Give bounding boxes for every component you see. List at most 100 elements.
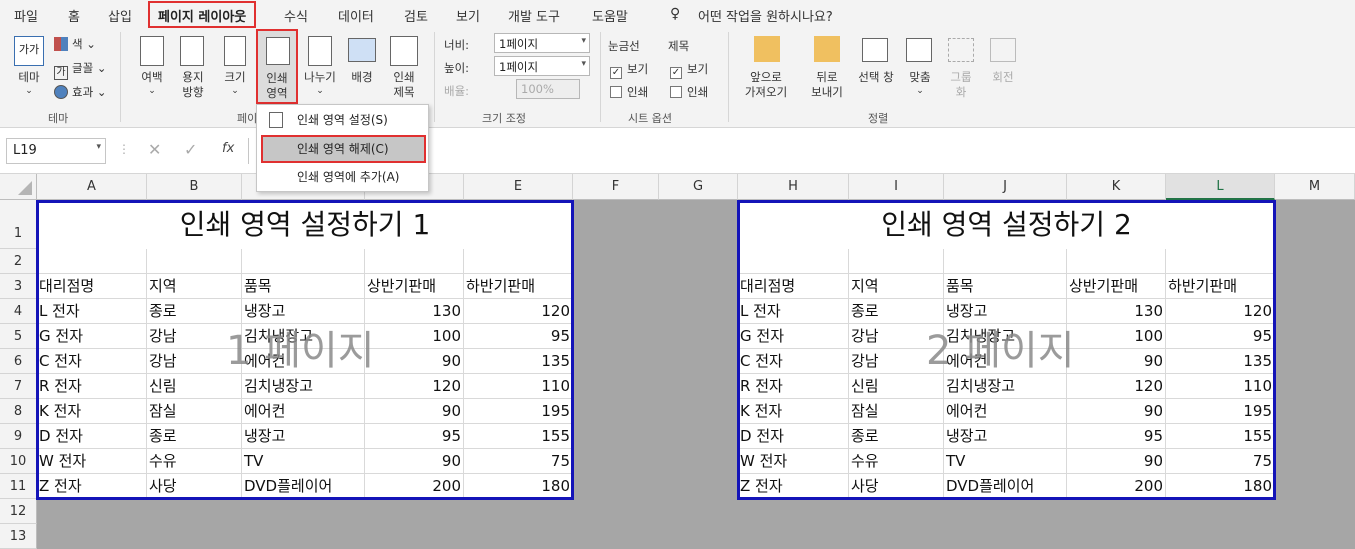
cell[interactable]: DVD플레이어 [944,474,1067,499]
cell[interactable]: W 전자 [738,449,849,474]
cell[interactable]: 195 [1166,399,1275,424]
cell[interactable]: 잠실 [147,399,242,424]
cell[interactable]: 155 [1166,424,1275,449]
cell[interactable]: 95 [1067,424,1166,449]
cell[interactable] [1166,249,1275,274]
cell[interactable] [147,249,242,274]
cell[interactable]: 130 [1067,299,1166,324]
cell[interactable]: 90 [1067,399,1166,424]
cell[interactable]: C 전자 [37,349,147,374]
cell[interactable]: D 전자 [37,424,147,449]
tab-file[interactable]: 파일 [14,6,38,25]
column-header-F[interactable]: F [573,174,659,200]
cell[interactable]: D 전자 [738,424,849,449]
cell[interactable] [738,249,849,274]
table2-title[interactable]: 인쇄 영역 설정하기 2 [738,202,1275,249]
tab-developer[interactable]: 개발 도구 [508,6,560,25]
cell[interactable]: 200 [1067,474,1166,499]
column-header-L[interactable]: L [1166,174,1275,200]
row-header-4[interactable]: 4 [0,299,37,324]
tab-help[interactable]: 도움말 [592,6,628,25]
name-box[interactable]: L19 ▾ [6,138,106,164]
print-area-button[interactable]: 인쇄 영역 [256,29,298,104]
cell[interactable]: G 전자 [37,324,147,349]
width-select[interactable]: 1페이지 ▾ [494,33,590,53]
cell[interactable]: 135 [464,349,573,374]
cell[interactable]: 120 [365,374,464,399]
cell[interactable]: 195 [464,399,573,424]
cell[interactable]: 75 [464,449,573,474]
insert-function-icon[interactable]: fx [222,141,234,156]
row-header-9[interactable]: 9 [0,424,37,449]
cancel-icon[interactable]: ✕ [148,140,161,159]
row-header-11[interactable]: 11 [0,474,37,499]
cell[interactable]: TV [242,449,365,474]
cell[interactable]: G 전자 [738,324,849,349]
row-header-10[interactable]: 10 [0,449,37,474]
menu-item-set-print-area[interactable]: 인쇄 영역 설정(S) [257,108,428,134]
cell[interactable]: 대리점명 [738,274,849,299]
row-header-6[interactable]: 6 [0,349,37,374]
cell[interactable]: 95 [1166,324,1275,349]
column-header-I[interactable]: I [849,174,944,200]
tell-me-search[interactable]: 어떤 작업을 원하시나요? [698,6,833,25]
cell[interactable]: 냉장고 [944,424,1067,449]
row-header-2[interactable]: 2 [0,249,37,274]
column-header-M[interactable]: M [1275,174,1355,200]
cell[interactable] [242,249,365,274]
cell[interactable] [37,249,147,274]
cell[interactable]: 잠실 [849,399,944,424]
menu-item-add-to-print-area[interactable]: 인쇄 영역에 추가(A) [257,165,428,191]
cell[interactable]: 신림 [849,374,944,399]
cell[interactable]: 110 [464,374,573,399]
row-header-1[interactable]: 1 [0,200,37,249]
cell[interactable]: 하반기판매 [464,274,573,299]
cell[interactable]: K 전자 [738,399,849,424]
cell[interactable]: 김치냉장고 [944,374,1067,399]
column-header-E[interactable]: E [464,174,573,200]
cell[interactable] [464,249,573,274]
headings-view-checkbox[interactable]: ✓ 보기 [670,61,708,79]
enter-icon[interactable]: ✓ [184,140,197,159]
column-header-B[interactable]: B [147,174,242,200]
tab-review[interactable]: 검토 [404,6,428,25]
cell[interactable]: R 전자 [738,374,849,399]
row-header-7[interactable]: 7 [0,374,37,399]
column-header-A[interactable]: A [37,174,147,200]
cell[interactable]: 120 [464,299,573,324]
theme-effects-button[interactable]: 효과 ⌄ [54,84,106,100]
column-header-H[interactable]: H [738,174,849,200]
column-header-J[interactable]: J [944,174,1067,200]
cell[interactable]: C 전자 [738,349,849,374]
scale-input[interactable]: 100% [516,79,580,99]
height-select[interactable]: 1페이지 ▾ [494,56,590,76]
cell[interactable]: 155 [464,424,573,449]
tab-insert[interactable]: 삽입 [108,6,132,25]
cell[interactable]: 110 [1166,374,1275,399]
cell[interactable]: 사당 [147,474,242,499]
cell[interactable]: 수유 [849,449,944,474]
cell[interactable]: 종로 [147,424,242,449]
table1-title[interactable]: 인쇄 영역 설정하기 1 [37,202,573,249]
cell[interactable]: 180 [1166,474,1275,499]
cell[interactable]: 수유 [147,449,242,474]
cell[interactable]: 90 [365,349,464,374]
cell[interactable]: 종로 [849,424,944,449]
cell[interactable]: 135 [1166,349,1275,374]
cell[interactable]: 신림 [147,374,242,399]
cell[interactable]: K 전자 [37,399,147,424]
cell[interactable]: 사당 [849,474,944,499]
select-all-button[interactable] [0,174,37,200]
cell[interactable]: 90 [1067,349,1166,374]
cell[interactable]: DVD플레이어 [242,474,365,499]
cell[interactable]: 상반기판매 [1067,274,1166,299]
cell[interactable]: 에어컨 [944,399,1067,424]
cell[interactable]: 200 [365,474,464,499]
tab-formulas[interactable]: 수식 [284,6,308,25]
gridlines-print-checkbox[interactable]: 인쇄 [610,84,648,100]
cell[interactable]: R 전자 [37,374,147,399]
cell[interactable]: 지역 [147,274,242,299]
tab-page-layout[interactable]: 페이지 레이아웃 [148,1,257,28]
gridlines-view-checkbox[interactable]: ✓ 보기 [610,61,648,79]
cell[interactable]: 120 [1067,374,1166,399]
